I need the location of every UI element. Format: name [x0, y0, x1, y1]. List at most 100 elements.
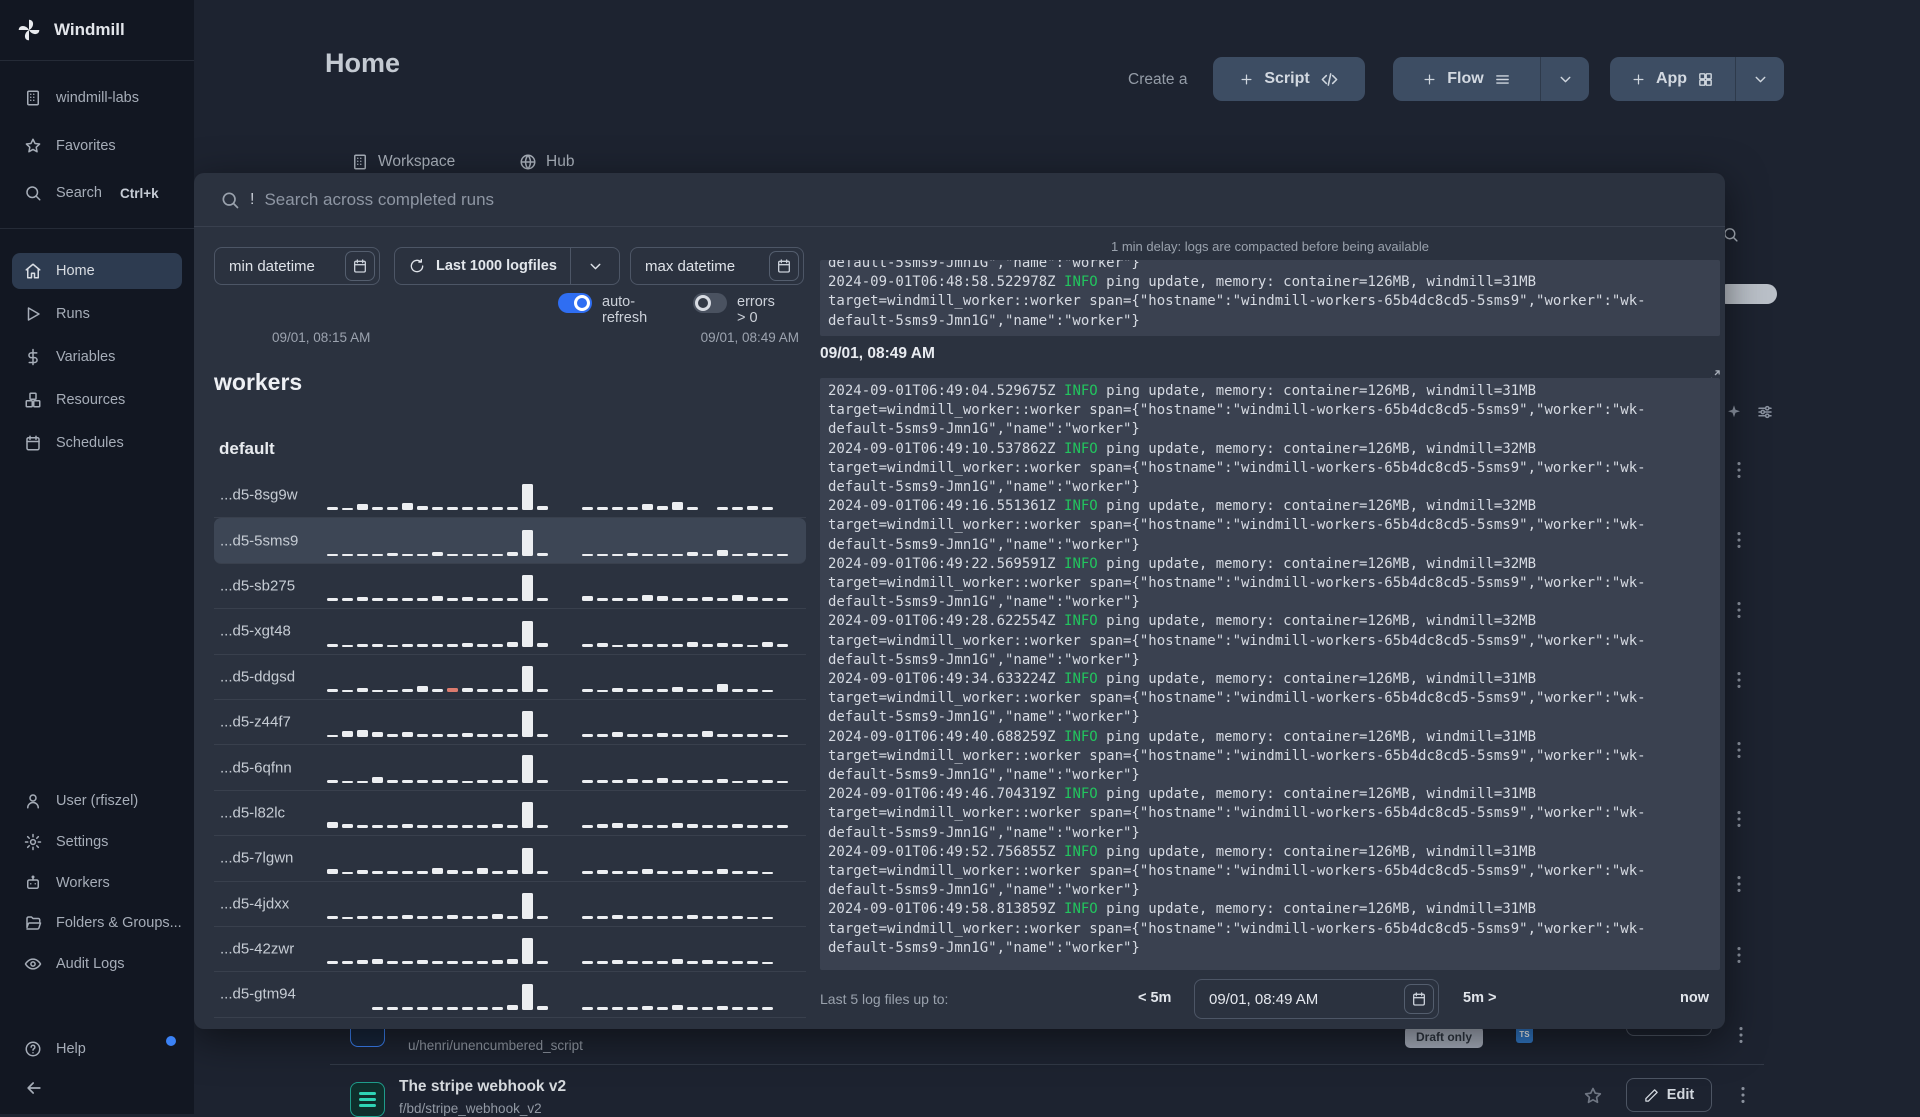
sparkline-bar [732, 1006, 743, 1010]
worker-row[interactable]: ...d5-sb275 [214, 564, 806, 610]
worker-row[interactable]: ...d5-4jdxx [214, 882, 806, 927]
log-datetime-input[interactable]: 09/01, 08:49 AM [1194, 979, 1439, 1019]
sidebar-item-label: Variables [56, 349, 116, 365]
kebab-menu-icon[interactable] [1728, 529, 1750, 551]
min-datetime-input[interactable]: min datetime [214, 247, 380, 285]
sparkle-icon[interactable] [1725, 403, 1743, 421]
kebab-menu-icon[interactable] [1728, 873, 1750, 895]
sparkline-bar [477, 779, 488, 783]
sparkline-bar [702, 643, 713, 647]
sidebar: Windmill windmill-labs Favorites Search Ctr… [0, 0, 194, 1114]
create-flow-main[interactable]: Flow [1393, 57, 1540, 101]
sparkline-bar [657, 733, 668, 738]
worker-row[interactable]: ...d5-5sms9 [214, 518, 806, 564]
worker-row[interactable]: ...d5-8sg9w [214, 473, 806, 519]
worker-row[interactable]: ...d5-7lgwn [214, 836, 806, 882]
edit-button[interactable]: Edit [1626, 1078, 1712, 1112]
calendar-button[interactable] [1404, 984, 1434, 1014]
worker-row[interactable]: ...d5-z44f7 [214, 700, 806, 746]
calendar-button[interactable] [769, 251, 799, 281]
max-datetime-input[interactable]: max datetime [630, 247, 804, 285]
background-pill-fragment [1717, 284, 1777, 304]
sidebar-item-home[interactable]: Home [12, 253, 182, 289]
sidebar-item-help[interactable]: Help [12, 1031, 182, 1067]
worker-row[interactable]: ...d5-l82lc [214, 791, 806, 837]
sidebar-item-favorites[interactable]: Favorites [12, 128, 182, 164]
sparkline-bar [342, 916, 353, 919]
calendar-icon [1411, 991, 1427, 1007]
sliders-icon[interactable] [1756, 403, 1774, 421]
sidebar-item-variables[interactable]: Variables [12, 339, 182, 375]
sparkline-bar [762, 916, 773, 919]
log-message: ping update, memory: container=126MB, wi… [1097, 901, 1537, 918]
sparkline-bar [582, 961, 593, 965]
calendar-button[interactable] [345, 251, 375, 281]
sidebar-item-schedules[interactable]: Schedules [12, 425, 182, 461]
sparkline-bar [432, 915, 443, 919]
kebab-menu-icon[interactable] [1728, 599, 1750, 621]
worker-row[interactable]: ...d5-ddgsd [214, 655, 806, 700]
sidebar-item-search[interactable]: Search Ctrl+k [12, 175, 182, 211]
worker-name: ...d5-l82lc [220, 804, 286, 822]
tab-workspace[interactable]: Workspace [351, 153, 455, 171]
create-flow-dropdown[interactable] [1541, 57, 1589, 101]
sidebar-item-runs[interactable]: Runs [12, 296, 182, 332]
chevron-down-icon [1752, 71, 1769, 88]
sidebar-item-workers[interactable]: Workers [12, 865, 182, 901]
kebab-menu-icon[interactable] [1728, 739, 1750, 761]
create-script-button[interactable]: Script [1213, 57, 1365, 101]
log-message: ping update, memory: container=126MB, wi… [1097, 671, 1537, 688]
create-flow-button[interactable]: Flow [1393, 57, 1589, 101]
row-divider [330, 1064, 1764, 1065]
create-app-main[interactable]: App [1610, 57, 1735, 101]
sparkline-bar [372, 959, 383, 965]
kebab-menu-icon[interactable] [1728, 669, 1750, 691]
sidebar-item-folders-groups[interactable]: Folders & Groups... [12, 905, 182, 941]
sparkline-bar [747, 597, 758, 602]
sidebar-item-user-rfiszel[interactable]: User (rfiszel) [12, 783, 182, 819]
sparkline-bar [627, 598, 638, 602]
auto-refresh-label: auto-refresh [602, 294, 648, 326]
worker-row[interactable]: ...d5-6qfnn [214, 745, 806, 791]
sidebar-collapse-button[interactable] [12, 1070, 182, 1106]
chevron-down-icon [1557, 71, 1574, 88]
kebab-menu-icon[interactable] [1730, 1024, 1752, 1046]
sidebar-item-audit-logs[interactable]: Audit Logs [12, 946, 182, 982]
windmill-brand[interactable]: Windmill [16, 11, 125, 49]
sidebar-item-settings[interactable]: Settings [12, 824, 182, 860]
kebab-menu-icon[interactable] [1728, 944, 1750, 966]
kebab-menu-icon[interactable] [1728, 459, 1750, 481]
search-placeholder: Search across completed runs [264, 189, 495, 209]
sidebar-item-windmill-labs[interactable]: windmill-labs [12, 80, 182, 116]
sparkline-bar [342, 824, 353, 829]
sparkline-bar [402, 598, 413, 602]
search-input[interactable]: ! Search across completed runs [194, 173, 1725, 227]
errors-toggle[interactable] [693, 293, 727, 313]
now-button[interactable]: now [1680, 990, 1709, 1006]
forward-5m-button[interactable]: 5m > [1463, 990, 1496, 1006]
sparkline-bar [432, 1006, 443, 1010]
sparkline-bar [642, 1005, 653, 1010]
sparkline-bar [657, 915, 668, 919]
worker-row[interactable]: ...d5-xgt48 [214, 609, 806, 655]
sparkline-bar [537, 825, 548, 829]
kebab-menu-icon[interactable] [1732, 1084, 1754, 1106]
auto-refresh-toggle[interactable] [558, 293, 592, 313]
create-app-button[interactable]: App [1610, 57, 1784, 101]
worker-row[interactable]: ...d5-gtm94 [214, 972, 806, 1018]
logfiles-select[interactable]: Last 1000 logfiles [394, 247, 620, 285]
favorite-star-icon[interactable] [1583, 1086, 1603, 1106]
back-5m-button[interactable]: < 5m [1138, 990, 1171, 1006]
tab-hub[interactable]: Hub [519, 153, 574, 171]
sparkline-bar [537, 506, 548, 511]
sparkline-bar [642, 504, 653, 511]
sparkline-bar [597, 598, 608, 602]
worker-row[interactable]: ...d5-42zwr [214, 927, 806, 973]
worker-name: ...d5-5sms9 [220, 532, 299, 550]
sparkline-bar [522, 892, 533, 919]
kebab-menu-icon[interactable] [1728, 808, 1750, 830]
create-app-dropdown[interactable] [1736, 57, 1784, 101]
log-datetime-value: 09/01, 08:49 AM [1209, 990, 1319, 1008]
sparkline-bar [762, 962, 773, 965]
sidebar-item-resources[interactable]: Resources [12, 382, 182, 418]
